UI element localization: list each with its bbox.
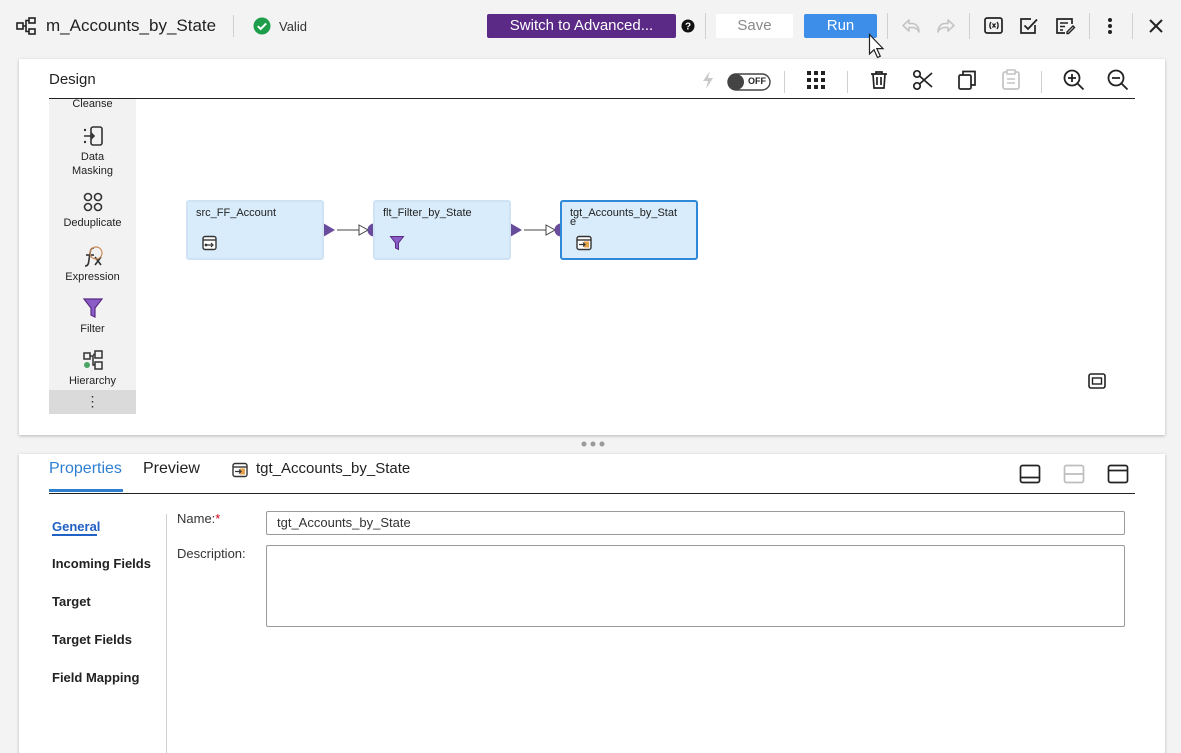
palette-item-expression[interactable]: Expression (49, 245, 136, 284)
redo-icon[interactable] (933, 13, 959, 39)
palette-item-label: Filter (80, 323, 105, 335)
valid-check-icon (253, 17, 271, 35)
section-target-fields[interactable]: Target Fields (52, 632, 132, 647)
svg-text:?: ? (685, 22, 691, 33)
overview-icon[interactable] (1088, 373, 1106, 389)
node-label: tgt_Accounts_by_State (570, 207, 678, 228)
link-source-to-filter (323, 223, 381, 237)
section-field-mapping[interactable]: Field Mapping (52, 670, 139, 685)
undo-icon[interactable] (898, 13, 924, 39)
validate-icon[interactable] (1016, 13, 1042, 39)
divider (233, 15, 234, 37)
divider (1089, 13, 1090, 39)
section-general[interactable]: General (52, 519, 100, 534)
arrange-all-icon[interactable] (806, 70, 826, 90)
divider (1132, 13, 1133, 39)
name-label: Name:* (177, 511, 220, 526)
palette-more-button[interactable]: ⋮ (49, 390, 136, 414)
data-masking-icon (82, 125, 104, 147)
palette-item-label: Expression (65, 271, 120, 283)
parameters-icon[interactable] (981, 13, 1007, 39)
design-panel-title: Design (49, 71, 96, 88)
palette-item-label: Deduplicate (63, 217, 122, 229)
expression-icon (82, 245, 104, 267)
target-icon (576, 235, 592, 251)
help-icon[interactable]: ? (681, 19, 695, 33)
divider (847, 71, 848, 93)
maximize-panel-icon[interactable] (1107, 464, 1129, 484)
section-divider (166, 514, 167, 753)
required-marker: * (215, 511, 221, 526)
source-icon (202, 235, 218, 251)
node-label: src_FF_Account (196, 207, 277, 219)
target-icon (232, 462, 248, 478)
tab-preview[interactable]: Preview (143, 460, 200, 478)
filter-node[interactable]: flt_Filter_by_State (373, 200, 511, 260)
description-label: Description: (177, 546, 246, 561)
hierarchy-icon (82, 349, 104, 371)
toggle-state-label: OFF (748, 76, 766, 86)
description-field[interactable] (266, 545, 1125, 627)
lightning-icon[interactable] (700, 70, 716, 90)
section-target[interactable]: Target (52, 594, 91, 609)
link-filter-to-target (510, 223, 568, 237)
active-tab-indicator (49, 489, 123, 492)
design-panel: Design OFF Cleanse Data Masking Deduplic… (19, 59, 1165, 435)
save-button[interactable]: Save (716, 14, 793, 38)
divider (784, 71, 785, 93)
split-view-icon[interactable] (1063, 464, 1085, 484)
cut-icon[interactable] (912, 69, 934, 91)
mapping-title[interactable]: m_Accounts_by_State (46, 16, 216, 36)
tab-properties[interactable]: Properties (49, 460, 122, 478)
mapping-details-icon[interactable] (1052, 13, 1078, 39)
panel-resize-handle[interactable] (580, 440, 608, 448)
palette-item-hierarchy[interactable]: Hierarchy (49, 349, 136, 388)
copy-icon[interactable] (957, 69, 977, 91)
divider (705, 13, 706, 39)
dock-bottom-icon[interactable] (1019, 464, 1041, 484)
node-label: flt_Filter_by_State (383, 207, 472, 219)
properties-panel: Properties Preview tgt_Accounts_by_State… (19, 454, 1165, 753)
divider (1041, 71, 1042, 93)
mouse-cursor-icon (868, 33, 888, 61)
status-badge: Valid (279, 19, 307, 34)
transformation-palette: Cleanse Data Masking Deduplicate Express… (49, 99, 136, 414)
palette-item-data-masking[interactable]: Data Masking (49, 125, 136, 178)
filter-icon (82, 297, 104, 319)
active-section-indicator (52, 534, 97, 536)
close-icon[interactable] (1143, 13, 1169, 39)
more-options-icon[interactable] (1097, 13, 1123, 39)
section-incoming-fields[interactable]: Incoming Fields (52, 556, 151, 571)
delete-icon[interactable] (869, 70, 889, 90)
divider (887, 13, 888, 39)
filter-icon (389, 235, 405, 251)
source-node[interactable]: src_FF_Account (186, 200, 324, 260)
palette-item-cleanse[interactable]: Cleanse (49, 99, 136, 111)
run-button[interactable]: Run (804, 14, 877, 38)
paste-icon[interactable] (1001, 69, 1021, 91)
name-label-text: Name: (177, 511, 216, 526)
design-header-line (49, 98, 1135, 99)
palette-item-label: Data Masking (72, 151, 113, 177)
zoom-in-icon[interactable] (1063, 69, 1085, 91)
mapping-icon (16, 17, 36, 35)
zoom-out-icon[interactable] (1107, 69, 1129, 91)
properties-header-line (49, 493, 1135, 494)
top-toolbar: m_Accounts_by_State Valid Switch to Adva… (0, 0, 1181, 59)
name-field[interactable]: tgt_Accounts_by_State (266, 511, 1125, 535)
selected-object-name: tgt_Accounts_by_State (256, 460, 411, 477)
palette-item-deduplicate[interactable]: Deduplicate (49, 191, 136, 230)
divider (969, 13, 970, 39)
switch-to-advanced-button[interactable]: Switch to Advanced... (487, 14, 676, 38)
deduplicate-icon (82, 191, 104, 213)
target-node[interactable]: tgt_Accounts_by_State (560, 200, 698, 260)
palette-item-filter[interactable]: Filter (49, 297, 136, 336)
palette-item-label: Hierarchy (68, 375, 117, 387)
palette-item-label: Cleanse (72, 99, 113, 110)
